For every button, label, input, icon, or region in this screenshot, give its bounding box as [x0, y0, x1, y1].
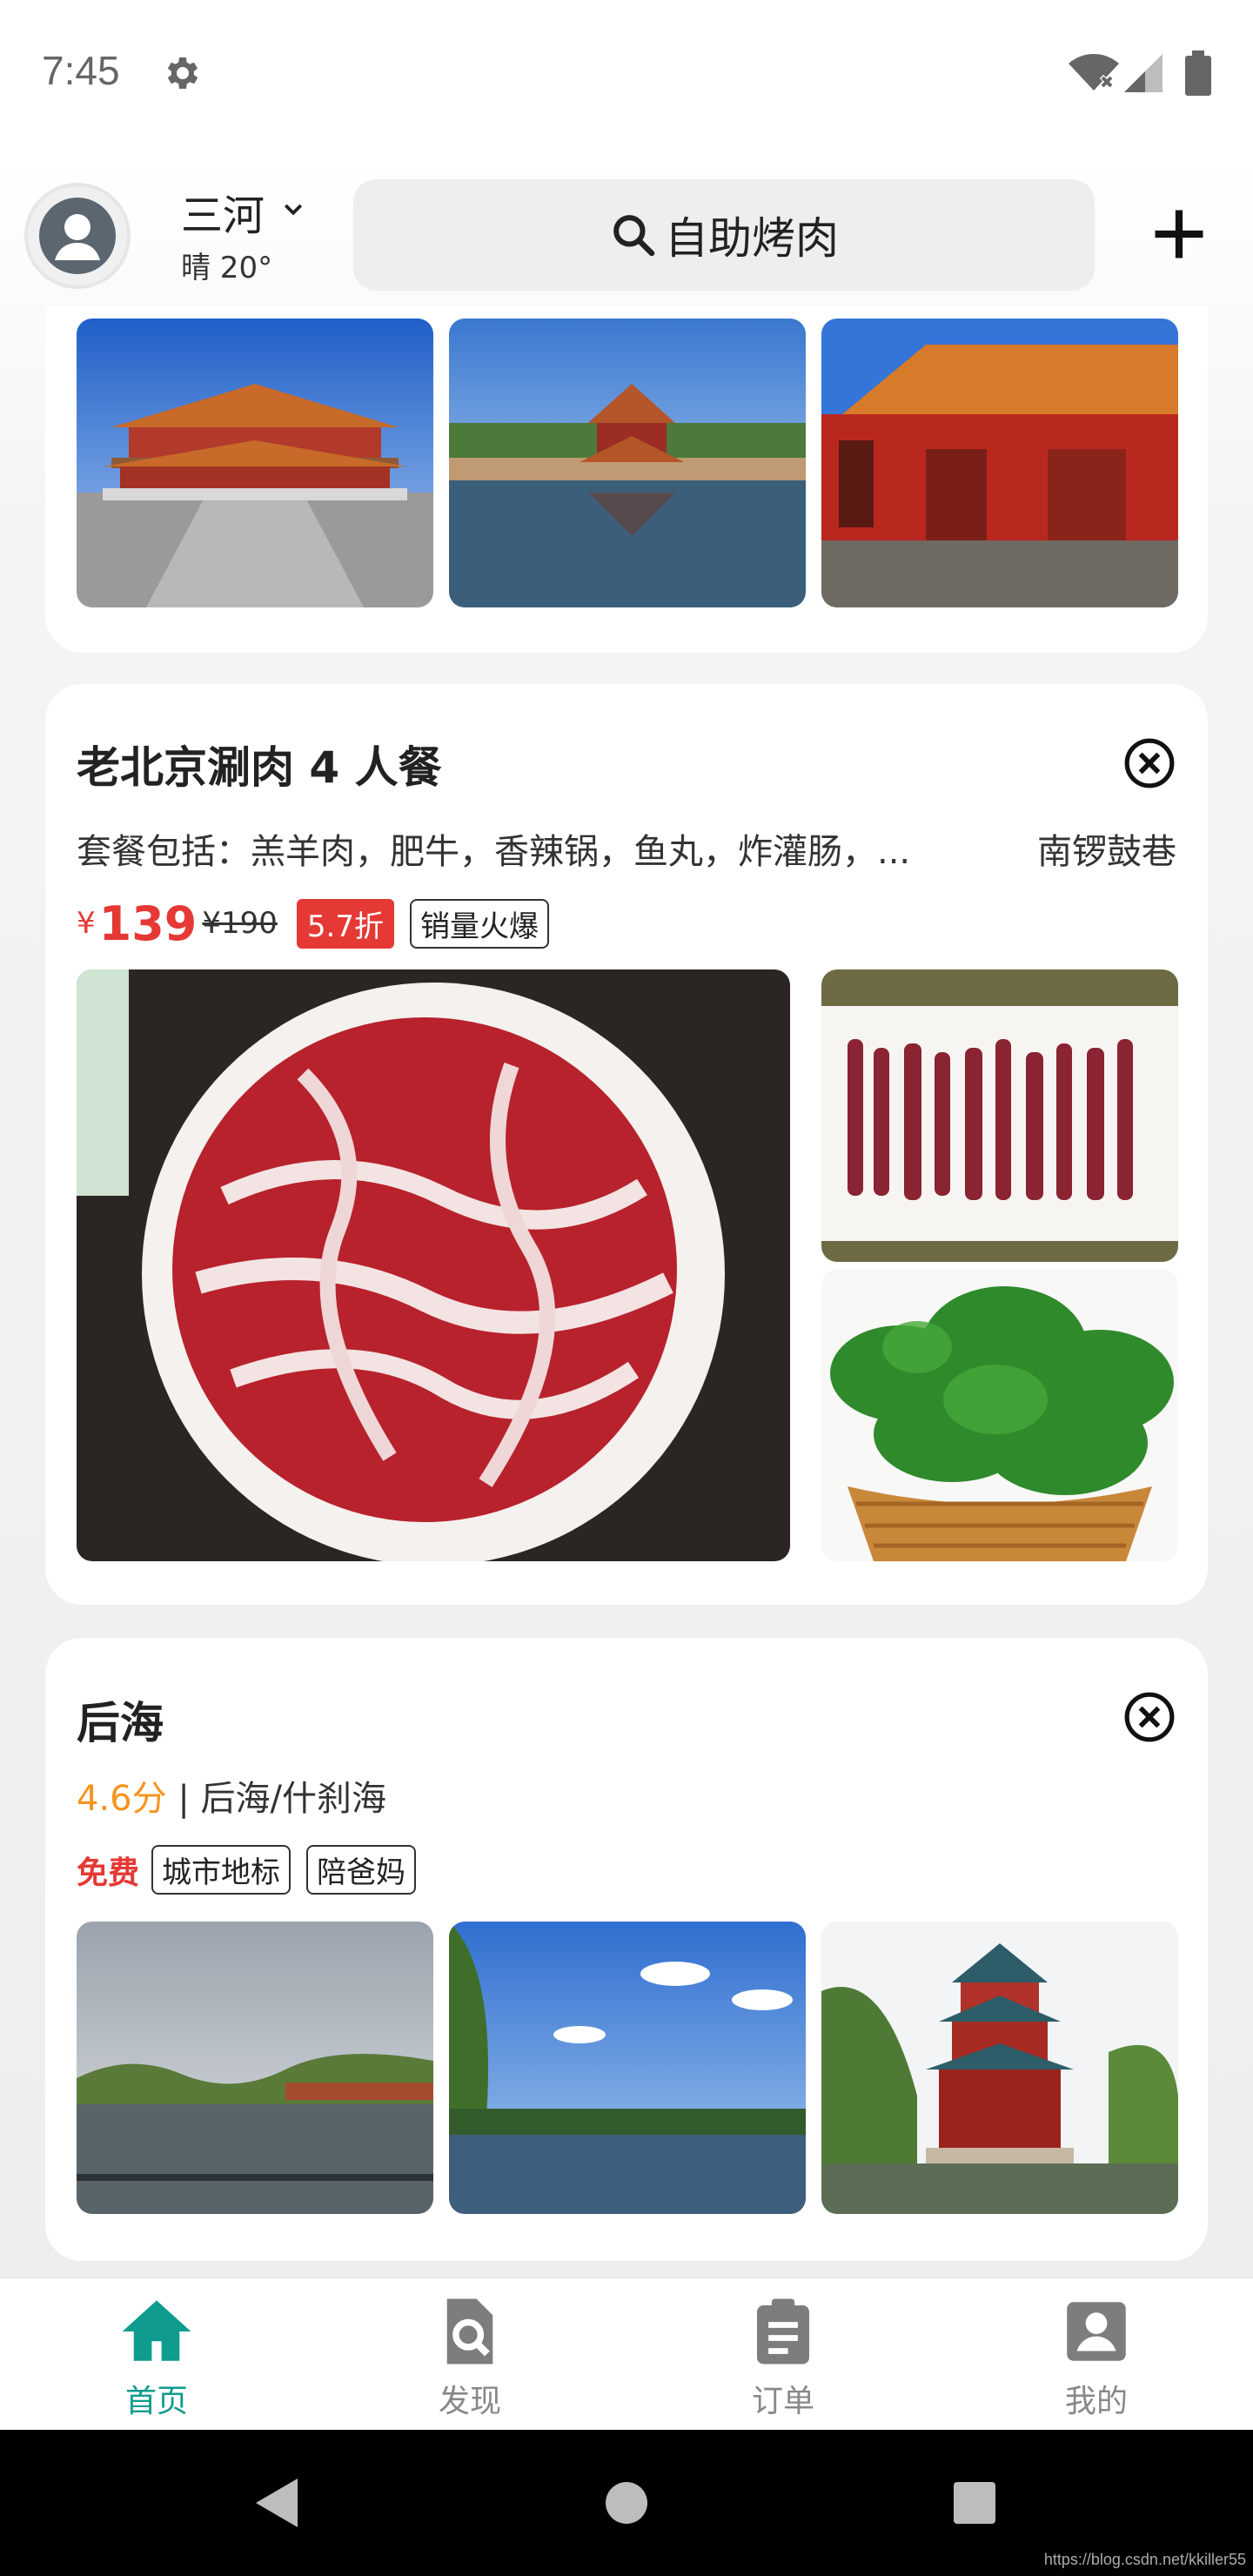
rating-row: 4.6分 | 后海/什刹海 [77, 1770, 386, 1821]
deal-card[interactable]: 老北京涮肉 4 人餐 套餐包括：羔羊肉，肥牛，香辣锅，鱼丸，炸灌肠，... 南锣… [45, 684, 1208, 1605]
search-text: 自助烤肉 [665, 213, 839, 264]
home-button-icon[interactable] [604, 2480, 649, 2526]
nav-discover-label: 发现 [438, 2384, 501, 2419]
nav-home[interactable]: 首页 [0, 2278, 313, 2432]
city-selector[interactable]: 三河 [181, 181, 265, 242]
home-icon [122, 2300, 191, 2361]
status-bar: 7:45 [0, 0, 1253, 153]
nav-discover[interactable]: 发现 [313, 2278, 626, 2432]
attraction-title: 后海 [77, 1698, 164, 1748]
status-time: 7:45 [42, 48, 120, 93]
deal-price: 139 [98, 896, 198, 951]
photo-houhai-willows[interactable] [449, 1922, 806, 2214]
attraction-card-partial[interactable] [45, 306, 1208, 653]
photo-palace-hall[interactable] [77, 319, 433, 607]
price-symbol: ¥ [77, 906, 96, 941]
free-label: 免费 [77, 1855, 140, 1891]
nav-orders[interactable]: 订单 [626, 2278, 940, 2432]
avatar-icon [39, 198, 116, 274]
nav-home-label: 首页 [124, 2384, 188, 2419]
orders-icon [757, 2298, 809, 2365]
tags-row: 免费 城市地标 陪爸妈 [77, 1845, 432, 1895]
system-nav-bar: https://blog.csdn.net/kkiller55 [0, 2430, 1253, 2576]
close-icon[interactable] [1122, 1690, 1176, 1744]
deal-description: 套餐包括：羔羊肉，肥牛，香辣锅，鱼丸，炸灌肠，... [77, 832, 911, 872]
discount-badge: 5.7折 [296, 898, 394, 949]
tag-landmark: 城市地标 [151, 1845, 291, 1895]
attraction-card[interactable]: 后海 4.6分 | 后海/什刹海 免费 城市地标 陪爸妈 [45, 1638, 1208, 2261]
nav-orders-label: 订单 [751, 2384, 814, 2419]
app-screen: 7:45 三河 晴 20° 自助烤肉 老北京涮肉 4 人餐 套餐包括：羔羊肉，肥… [0, 0, 1253, 2576]
photo-corner-tower[interactable] [449, 319, 806, 607]
search-icon [613, 215, 655, 257]
app-header: 三河 晴 20° 自助烤肉 [0, 174, 1253, 296]
photo-spinach[interactable] [821, 1269, 1178, 1561]
discover-icon [446, 2298, 493, 2365]
wifi-icon [1069, 54, 1119, 91]
photo-beef-strips[interactable] [821, 969, 1178, 1262]
deal-title: 老北京涮肉 4 人餐 [77, 742, 442, 793]
watermark-text: https://blog.csdn.net/kkiller55 [1043, 2551, 1246, 2568]
weather-text: 晴 20° [181, 251, 273, 285]
search-bar[interactable]: 自助烤肉 [353, 179, 1095, 291]
price-row: ¥ 139 ¥190 5.7折 销量火爆 [77, 893, 549, 954]
nav-profile-label: 我的 [1064, 2384, 1128, 2419]
bottom-nav: 首页 发现 订单 我的 [0, 2277, 1253, 2430]
deal-location: 南锣鼓巷 [1037, 832, 1176, 872]
profile-icon [1067, 2302, 1126, 2361]
photo-bell-tower[interactable] [821, 1922, 1178, 2214]
close-icon[interactable] [1122, 736, 1176, 790]
avatar[interactable] [24, 183, 131, 289]
original-price: ¥190 [202, 906, 278, 941]
photo-sliced-lamb[interactable] [77, 969, 790, 1561]
plus-icon[interactable] [1150, 205, 1208, 263]
photo-houhai-lake[interactable] [77, 1922, 433, 2214]
back-icon[interactable] [252, 2475, 301, 2531]
signal-icon [1124, 54, 1163, 92]
hot-sale-tag: 销量火爆 [409, 898, 549, 949]
gear-icon [167, 57, 198, 89]
recents-icon[interactable] [952, 2480, 997, 2526]
rating-score: 4.6分 [77, 1779, 167, 1819]
battery-icon [1185, 50, 1211, 96]
nav-profile[interactable]: 我的 [940, 2278, 1253, 2432]
chevron-down-icon[interactable] [280, 197, 306, 223]
tag-with-parents: 陪爸妈 [306, 1845, 417, 1895]
photo-palace-building[interactable] [821, 319, 1178, 607]
attraction-area: | 后海/什刹海 [166, 1779, 387, 1819]
